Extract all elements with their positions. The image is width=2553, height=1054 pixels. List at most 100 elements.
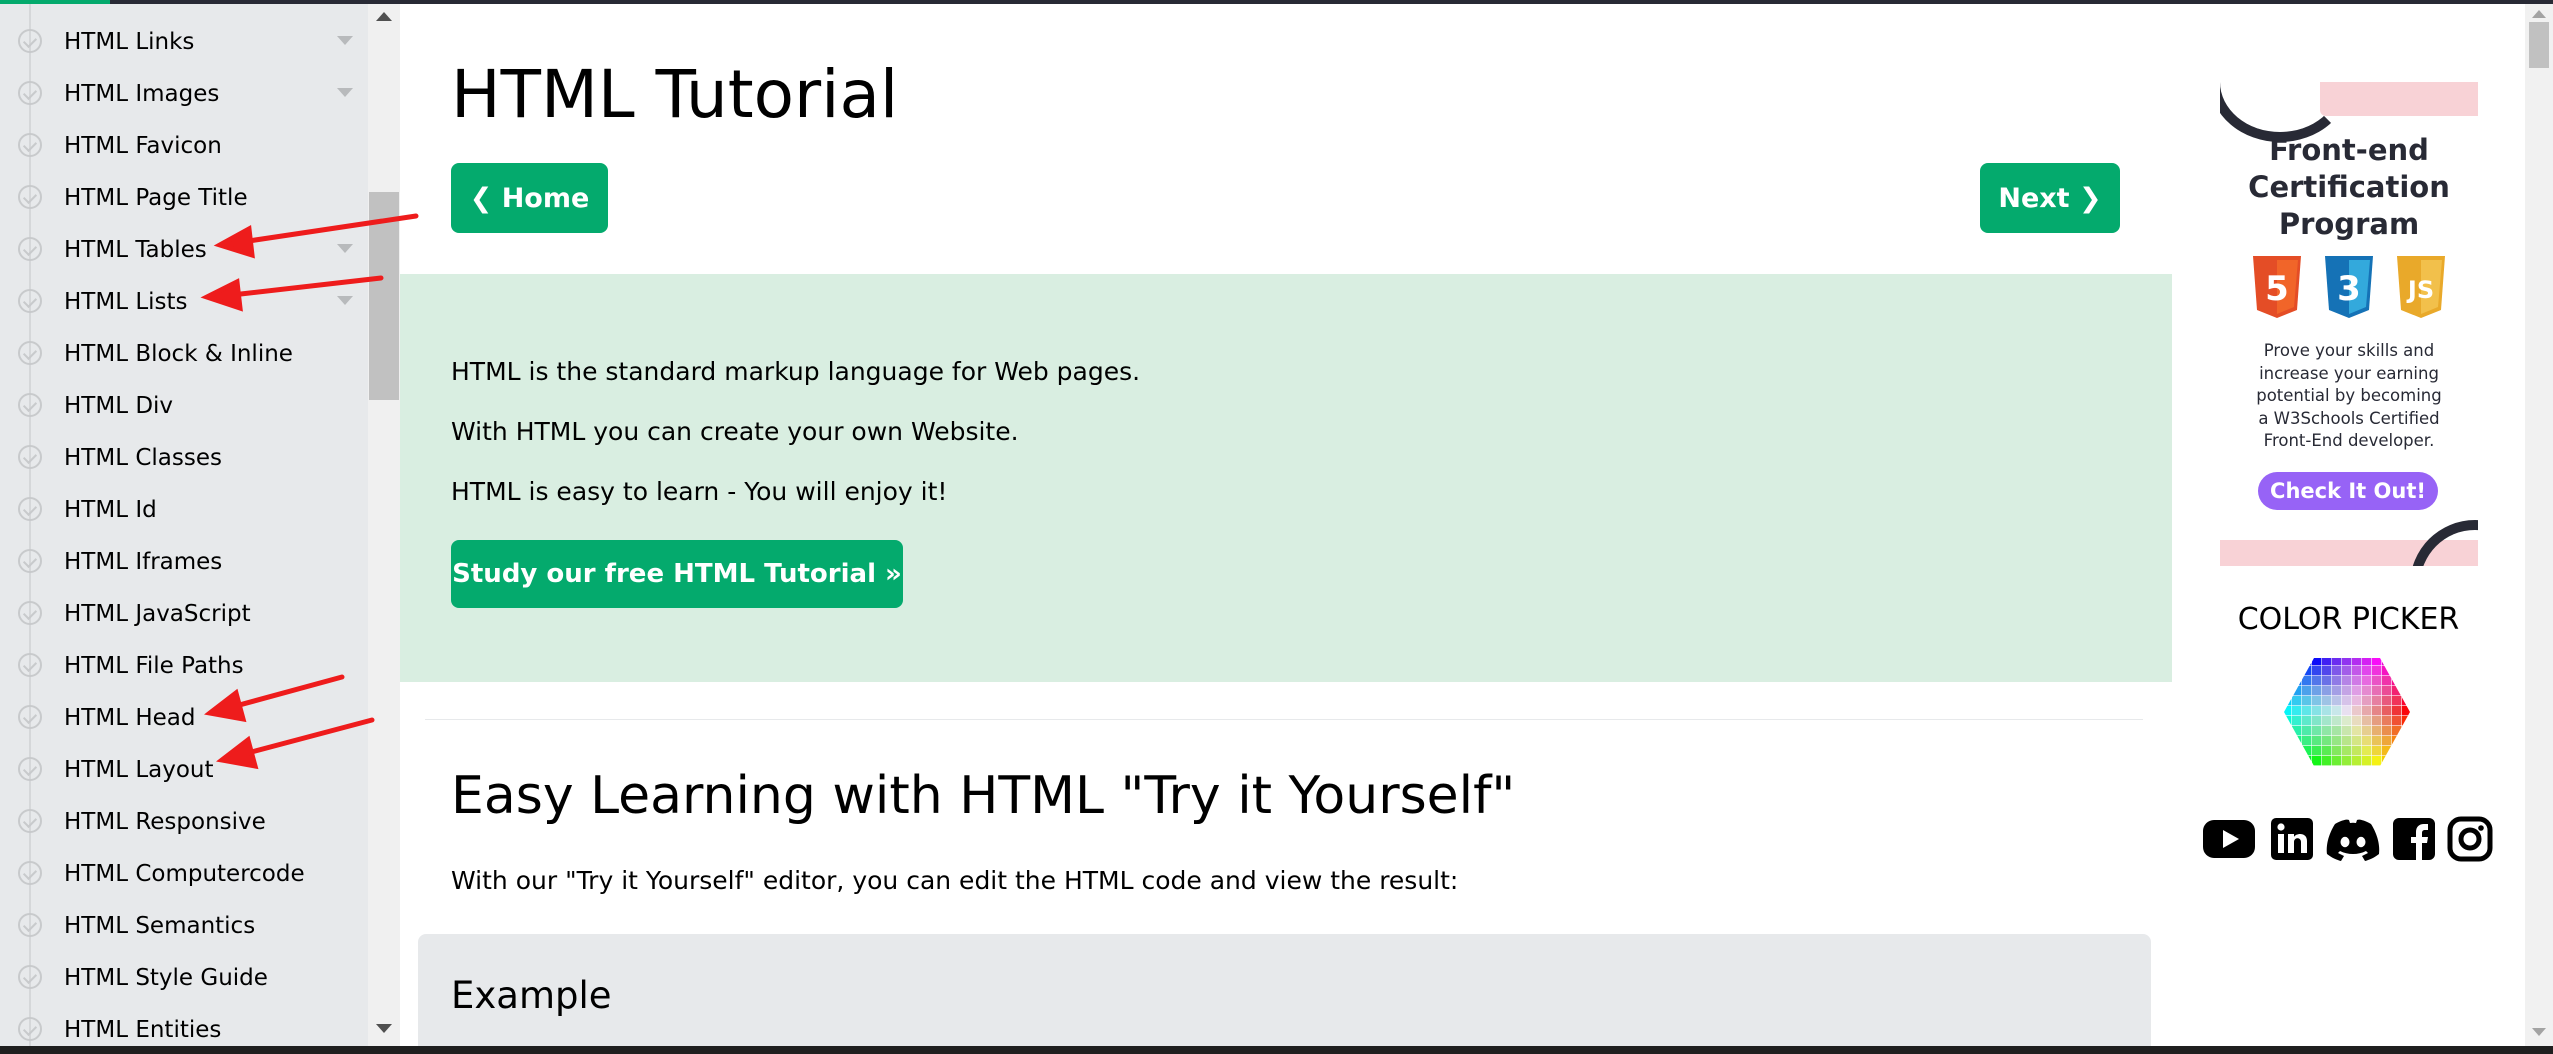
color-cell	[2312, 686, 2322, 696]
sidebar-item[interactable]: HTML Computercode	[0, 848, 370, 900]
color-cell	[2392, 766, 2401, 768]
sidebar-scrollbar-thumb[interactable]	[369, 192, 399, 400]
color-cell	[2372, 696, 2382, 706]
sidebar-item[interactable]: HTML Block & Inline	[0, 328, 370, 380]
ad-title-line: Program	[2278, 207, 2420, 241]
color-cell	[2302, 666, 2312, 676]
sidebar-item[interactable]: HTML Style Guide	[0, 952, 370, 1004]
color-cell	[2402, 676, 2410, 686]
color-cell	[2302, 726, 2312, 736]
sidebar-item[interactable]: HTML Page Title	[0, 172, 370, 224]
linkedin-icon[interactable]	[2270, 816, 2314, 862]
color-cell	[2284, 658, 2292, 666]
expand-caret-icon[interactable]	[337, 88, 353, 97]
sidebar-item[interactable]: HTML Tables	[0, 224, 370, 276]
color-cell	[2372, 746, 2382, 756]
sidebar-item[interactable]: HTML Lists	[0, 276, 370, 328]
color-cell	[2402, 756, 2410, 766]
color-cell	[2382, 746, 2392, 756]
color-cell	[2362, 676, 2372, 686]
expand-caret-icon[interactable]	[337, 296, 353, 305]
color-cell	[2352, 696, 2362, 706]
study-tutorial-button[interactable]: Study our free HTML Tutorial »	[451, 540, 903, 608]
color-cell	[2372, 716, 2382, 726]
sidebar-item[interactable]: HTML Iframes	[0, 536, 370, 588]
sidebar-item[interactable]: HTML File Paths	[0, 640, 370, 692]
sidebar-nav: HTML Links HTML Images HTML Favicon HTML Pa…	[0, 4, 400, 1046]
color-cell	[2372, 686, 2382, 696]
color-cell	[2392, 706, 2402, 716]
facebook-icon[interactable]	[2392, 816, 2436, 862]
page-scrollbar-thumb[interactable]	[2529, 22, 2549, 68]
sidebar-item[interactable]: HTML Classes	[0, 432, 370, 484]
svg-text:3: 3	[2337, 269, 2361, 309]
color-cell	[2284, 736, 2292, 746]
sidebar-item[interactable]: HTML JavaScript	[0, 588, 370, 640]
sidebar-item-label: HTML Layout	[64, 757, 214, 783]
color-cell	[2284, 696, 2292, 706]
color-picker-icon[interactable]	[2282, 656, 2412, 768]
color-cell	[2352, 666, 2362, 676]
scroll-down-arrow-icon[interactable]	[376, 1024, 392, 1033]
color-cell	[2342, 756, 2352, 766]
check-it-out-button[interactable]: Check It Out!	[2258, 472, 2438, 510]
sidebar-item[interactable]: HTML Layout	[0, 744, 370, 796]
sidebar-item[interactable]: HTML Entities	[0, 1004, 370, 1046]
color-cell	[2352, 726, 2362, 736]
sidebar-item-label: HTML Favicon	[64, 133, 222, 159]
page-title: HTML Tutorial	[451, 56, 899, 133]
color-cell	[2392, 658, 2402, 666]
color-cell	[2382, 658, 2392, 666]
sidebar-item[interactable]: HTML Responsive	[0, 796, 370, 848]
color-cell	[2402, 696, 2410, 706]
color-cell	[2284, 716, 2292, 726]
sidebar-item[interactable]: HTML Semantics	[0, 900, 370, 952]
sidebar-item[interactable]: HTML Links	[0, 16, 370, 68]
color-cell	[2362, 696, 2372, 706]
color-cell	[2322, 696, 2332, 706]
color-cell	[2302, 658, 2312, 666]
color-cell	[2332, 766, 2341, 768]
ad-text-line: increase your earning	[2259, 363, 2439, 383]
scroll-up-arrow-icon[interactable]	[376, 12, 392, 21]
color-cell	[2392, 736, 2402, 746]
sidebar-item[interactable]: HTML Div	[0, 380, 370, 432]
color-cell	[2282, 766, 2291, 768]
page-scrollbar[interactable]	[2525, 4, 2553, 1046]
expand-caret-icon[interactable]	[337, 36, 353, 45]
home-button[interactable]: ❮ Home	[451, 163, 608, 233]
ad-title-line: Front-end	[2269, 133, 2429, 167]
color-cell	[2332, 706, 2342, 716]
checkmark-circle-icon	[18, 341, 42, 365]
color-cell	[2352, 686, 2362, 696]
sidebar-scrollbar[interactable]	[368, 4, 400, 1046]
sidebar-item[interactable]: HTML Favicon	[0, 120, 370, 172]
color-cell	[2362, 756, 2372, 766]
sidebar-item-label: HTML Head	[64, 705, 196, 731]
color-cell	[2342, 686, 2352, 696]
color-cell	[2284, 756, 2292, 766]
page-scroll-up-icon[interactable]	[2532, 10, 2546, 18]
next-button[interactable]: Next ❯	[1980, 163, 2120, 233]
instagram-icon[interactable]	[2447, 816, 2493, 862]
color-cell	[2362, 716, 2372, 726]
color-cell	[2322, 766, 2331, 768]
page-scroll-down-icon[interactable]	[2532, 1028, 2546, 1036]
youtube-icon[interactable]	[2202, 816, 2256, 862]
discord-icon[interactable]	[2325, 816, 2381, 862]
color-cell	[2372, 666, 2382, 676]
ad-text-line: Front-End developer.	[2263, 431, 2435, 450]
color-cell	[2362, 706, 2372, 716]
color-cell	[2292, 766, 2301, 768]
color-cell	[2322, 676, 2332, 686]
color-cell	[2284, 746, 2292, 756]
color-cell	[2372, 766, 2381, 768]
expand-caret-icon[interactable]	[337, 244, 353, 253]
color-cell	[2392, 686, 2402, 696]
sidebar-item[interactable]: HTML Id	[0, 484, 370, 536]
sidebar-item[interactable]: HTML Head	[0, 692, 370, 744]
certification-ad[interactable]: Front-end Certification Program 5 3 JS P…	[2220, 82, 2478, 566]
social-links	[2202, 816, 2502, 866]
color-cell	[2382, 696, 2392, 706]
sidebar-item[interactable]: HTML Images	[0, 68, 370, 120]
